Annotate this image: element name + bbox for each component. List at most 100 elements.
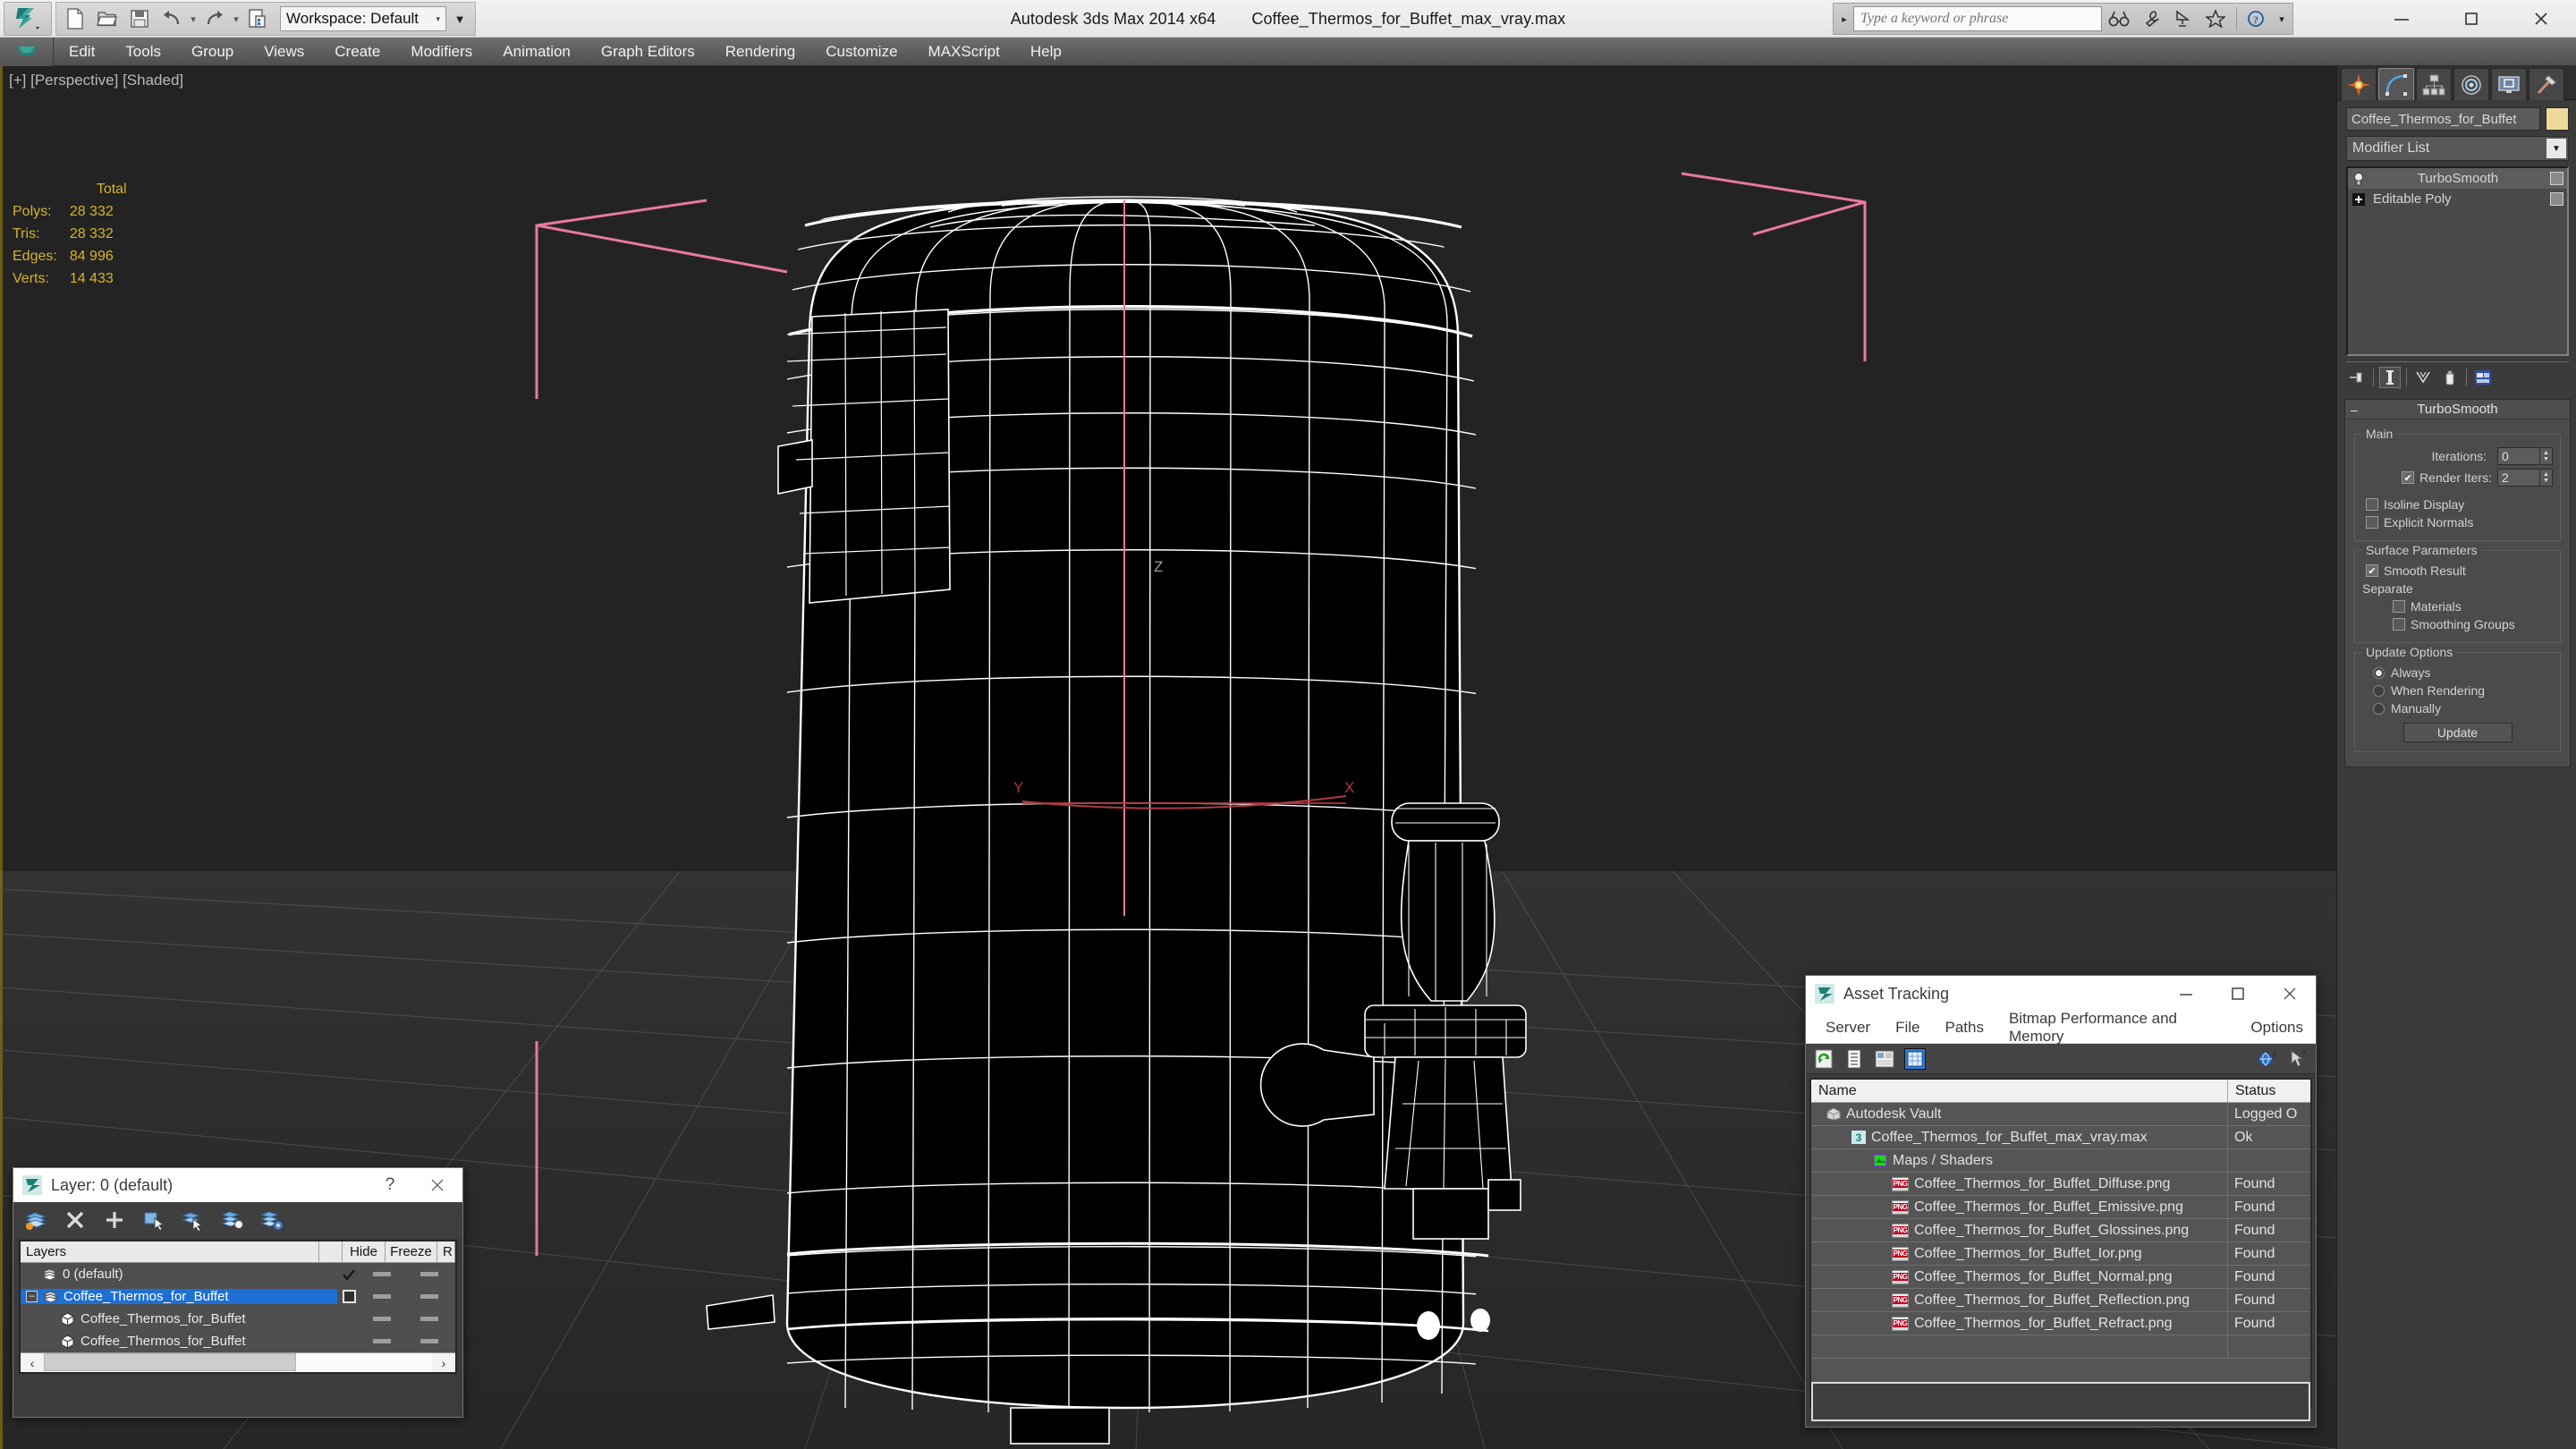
set-project-folder-button[interactable] (242, 4, 273, 33)
asset-row-glossines[interactable]: PNG Coffee_Thermos_for_Buffet_Glossines.… (1811, 1219, 2310, 1242)
always-radio[interactable] (2373, 666, 2385, 679)
iterations-input[interactable] (2497, 447, 2540, 465)
layer-row-default[interactable]: 0 (default) (21, 1263, 455, 1285)
show-end-result-icon[interactable] (2379, 366, 2401, 388)
layer-hide-toggle[interactable] (360, 1317, 403, 1321)
asset-menu-paths[interactable]: Paths (1932, 1014, 1996, 1041)
menu-item-group[interactable]: Group (176, 38, 249, 66)
scroll-right-icon[interactable]: › (432, 1353, 455, 1373)
update-option-manually[interactable]: Manually (2373, 701, 2553, 716)
asset-menu-options[interactable]: Options (2238, 1014, 2316, 1041)
layer-row-coffee-thermos[interactable]: – Coffee_Thermos_for_Buffet (21, 1285, 455, 1308)
new-file-button[interactable] (60, 4, 90, 33)
materials-checkbox[interactable] (2393, 600, 2405, 613)
layer-list[interactable]: Layers Hide Freeze R 0 (default) – Coffe… (19, 1240, 457, 1374)
scrollbar-thumb[interactable] (44, 1352, 296, 1371)
menu-item-rendering[interactable]: Rendering (710, 38, 810, 66)
pin-stack-icon[interactable] (2346, 367, 2368, 388)
modifier-stack-item-editable-poly[interactable]: Editable Poly (2348, 189, 2567, 209)
table-view-icon[interactable] (1904, 1047, 1926, 1070)
help-globe-icon[interactable]: ? (2257, 1048, 2278, 1070)
hierarchy-tab[interactable] (2416, 68, 2452, 100)
when-rendering-radio[interactable] (2373, 684, 2385, 697)
select-objects-in-layer-icon[interactable] (142, 1208, 165, 1232)
asset-row-normal[interactable]: PNG Coffee_Thermos_for_Buffet_Normal.png… (1811, 1266, 2310, 1289)
modifier-enable-box-turbosmooth[interactable] (2550, 172, 2563, 185)
render-iters-input[interactable] (2497, 469, 2540, 487)
menu-item-customize[interactable]: Customize (810, 38, 912, 66)
scrollbar-track[interactable] (44, 1352, 432, 1372)
undo-button[interactable] (157, 4, 187, 33)
menu-item-views[interactable]: Views (249, 38, 319, 66)
manually-radio[interactable] (2373, 702, 2385, 715)
menu-item-maxscript[interactable]: MAXScript (913, 38, 1015, 66)
star-icon[interactable] (2200, 5, 2231, 32)
satellite-icon[interactable] (2168, 5, 2199, 32)
menu-item-tools[interactable]: Tools (110, 38, 176, 66)
lightbulb-icon[interactable] (2351, 172, 2366, 186)
layer-freeze-toggle[interactable] (403, 1339, 455, 1343)
object-name-field[interactable]: Coffee_Thermos_for_Buffet (2346, 107, 2540, 131)
layer-list-horizontal-scrollbar[interactable]: ‹ › (21, 1352, 455, 1372)
add-selection-to-layer-icon[interactable] (103, 1208, 126, 1232)
column-header-render[interactable]: R (437, 1241, 455, 1262)
configure-modifier-sets-icon[interactable] (2472, 367, 2494, 388)
column-header-freeze[interactable]: Freeze (386, 1241, 437, 1262)
expand-plus-icon[interactable] (2351, 192, 2366, 207)
search-box[interactable] (1853, 6, 2102, 31)
object-color-swatch[interactable] (2546, 107, 2569, 131)
maximize-button[interactable] (2436, 0, 2506, 38)
modifier-enable-box-editable-poly[interactable] (2550, 192, 2563, 206)
list-view-icon[interactable] (1843, 1048, 1865, 1070)
smooth-result-checkbox[interactable]: ✔ (2366, 564, 2378, 577)
update-option-always[interactable]: Always (2373, 665, 2553, 680)
search-input[interactable] (1860, 11, 2095, 27)
utilities-tab[interactable] (2529, 68, 2564, 100)
menu-logo-icon[interactable] (0, 37, 54, 66)
render-iters-checkbox[interactable]: ✔ (2402, 471, 2415, 484)
layer-freeze-toggle[interactable] (403, 1294, 455, 1299)
layer-properties-icon[interactable] (260, 1208, 284, 1232)
menu-item-modifiers[interactable]: Modifiers (395, 38, 487, 66)
menu-item-animation[interactable]: Animation (487, 38, 586, 66)
collapse-icon[interactable]: – (2351, 402, 2358, 417)
modifier-list-dropdown[interactable]: Modifier List ▼ (2346, 136, 2569, 161)
spinner-arrows-icon[interactable]: ▲ ▼ (2540, 469, 2553, 487)
column-header-hide[interactable]: Hide (343, 1241, 386, 1262)
layer-help-button[interactable]: ? (368, 1168, 412, 1202)
column-header-current[interactable] (319, 1241, 343, 1262)
asset-menu-server[interactable]: Server (1813, 1014, 1883, 1041)
collapse-expander-icon[interactable]: – (26, 1291, 38, 1302)
layer-hide-toggle[interactable] (360, 1339, 403, 1343)
workspace-selector[interactable]: Workspace: Default ▾ (280, 6, 446, 31)
asset-row-emissive[interactable]: PNG Coffee_Thermos_for_Buffet_Emissive.p… (1811, 1196, 2310, 1219)
column-header-status[interactable]: Status (2228, 1080, 2310, 1102)
layer-hide-toggle[interactable] (360, 1294, 403, 1299)
asset-row-maps-shaders[interactable]: Maps / Shaders (1811, 1149, 2310, 1173)
column-header-layers[interactable]: Layers (21, 1241, 319, 1262)
display-tab[interactable] (2491, 68, 2527, 100)
undo-dropdown-arrow[interactable]: ▾ (189, 4, 198, 33)
help-dropdown-arrow[interactable]: ▾ (2275, 13, 2289, 25)
asset-maximize-button[interactable] (2212, 976, 2264, 1012)
explicit-normals-checkbox[interactable] (2366, 516, 2378, 529)
asset-tracking-window[interactable]: Asset Tracking Server File Paths Bitmap … (1805, 975, 2317, 1428)
modify-tab[interactable] (2378, 68, 2414, 100)
layer-freeze-toggle[interactable] (403, 1272, 455, 1276)
redo-button[interactable] (199, 4, 230, 33)
render-iters-spinner[interactable]: ▲▼ (2497, 469, 2553, 487)
asset-row-reflection[interactable]: PNG Coffee_Thermos_for_Buffet_Reflection… (1811, 1289, 2310, 1312)
layer-row-object-1[interactable]: Coffee_Thermos_for_Buffet (21, 1308, 455, 1330)
select-highlighted-objects-icon[interactable] (182, 1208, 205, 1232)
asset-row-vault[interactable]: Autodesk Vault Logged O (1811, 1103, 2310, 1126)
scroll-left-icon[interactable]: ‹ (21, 1353, 44, 1373)
remove-modifier-icon[interactable] (2439, 367, 2461, 388)
layer-close-button[interactable] (412, 1168, 462, 1202)
delete-layer-icon[interactable] (64, 1208, 87, 1232)
context-help-icon[interactable]: ? (2287, 1048, 2309, 1070)
viewport-label[interactable]: [+] [Perspective] [Shaded] (9, 72, 183, 89)
menu-item-graph-editors[interactable]: Graph Editors (586, 38, 710, 66)
redo-dropdown-arrow[interactable]: ▾ (232, 4, 241, 33)
make-unique-icon[interactable] (2412, 367, 2434, 388)
open-file-button[interactable] (92, 4, 123, 33)
